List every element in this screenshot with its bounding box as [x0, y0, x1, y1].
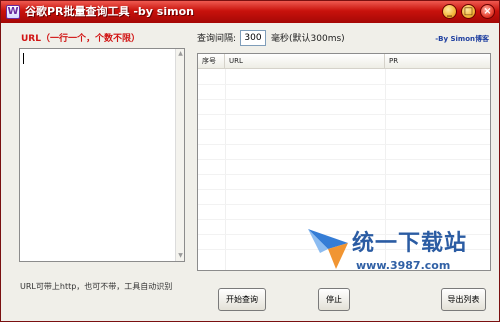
- url-input[interactable]: ▲ ▼: [19, 48, 185, 262]
- column-header-pr[interactable]: PR: [385, 54, 490, 69]
- close-button[interactable]: ×: [480, 4, 495, 19]
- text-caret: [23, 53, 24, 64]
- start-query-button[interactable]: 开始查询: [218, 288, 266, 311]
- row-gridline: [198, 159, 490, 160]
- url-hint-text: URL可带上http，也可不带，工具自动识别: [20, 282, 173, 291]
- title-bar[interactable]: W 谷歌PR批量查询工具 -by simon _ □ ×: [1, 1, 499, 23]
- column-header-index[interactable]: 序号: [198, 54, 225, 69]
- maximize-button[interactable]: □: [461, 4, 476, 19]
- minimize-icon: _: [447, 6, 452, 17]
- row-gridline: [198, 204, 490, 205]
- url-label: URL（一行一个，个数不限）: [21, 34, 140, 44]
- row-gridline: [198, 189, 490, 190]
- interval-input[interactable]: [240, 30, 266, 46]
- scroll-up-arrow-icon[interactable]: ▲: [177, 50, 184, 58]
- watermark-logo-icon: [308, 229, 348, 269]
- watermark-title: 统一下载站: [352, 231, 468, 256]
- watermark: 统一下载站 www.3987.com: [306, 223, 486, 273]
- row-gridline: [198, 174, 490, 175]
- interval-unit: 毫秒(默认300ms): [271, 34, 345, 44]
- row-gridline: [198, 84, 490, 85]
- maximize-icon: □: [463, 6, 474, 17]
- scroll-down-arrow-icon[interactable]: ▼: [177, 252, 184, 260]
- watermark-url: www.3987.com: [356, 259, 451, 272]
- app-window: W 谷歌PR批量查询工具 -by simon _ □ × URL（一行一个，个数…: [0, 0, 500, 322]
- row-gridline: [198, 114, 490, 115]
- row-gridline: [198, 219, 490, 220]
- url-input-scrollbar[interactable]: ▲ ▼: [175, 49, 184, 261]
- close-icon: ×: [483, 6, 492, 17]
- row-gridline: [198, 129, 490, 130]
- row-gridline: [198, 99, 490, 100]
- row-gridline: [198, 144, 490, 145]
- interval-label: 查询间隔:: [197, 34, 237, 44]
- column-header-url[interactable]: URL: [225, 54, 385, 69]
- minimize-button[interactable]: _: [442, 4, 457, 19]
- window-title: 谷歌PR批量查询工具 -by simon: [25, 5, 194, 18]
- app-icon: W: [6, 5, 20, 19]
- table-header: 序号 URL PR: [198, 54, 490, 69]
- stop-button[interactable]: 停止: [318, 288, 350, 311]
- export-list-button[interactable]: 导出列表: [441, 288, 486, 311]
- blog-link[interactable]: -By Simon博客: [435, 34, 489, 44]
